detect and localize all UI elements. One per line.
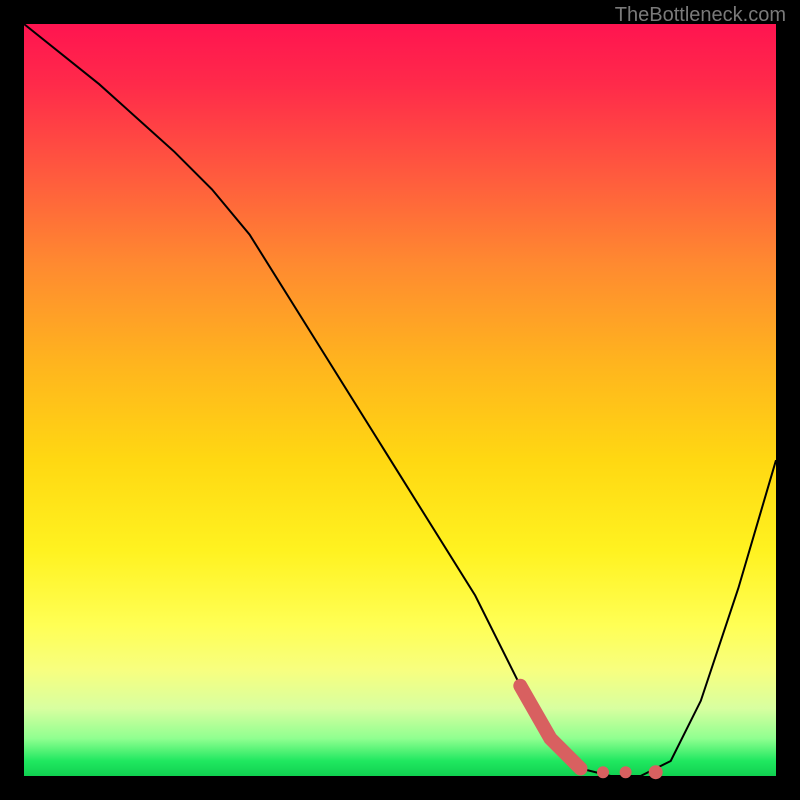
highlight-dot-1 [597,766,609,778]
chart-svg [24,24,776,776]
highlight-dot-2 [620,766,632,778]
bottleneck-curve-line [24,24,776,776]
watermark-text: TheBottleneck.com [615,4,786,27]
highlight-dot-3 [649,765,663,779]
highlight-segment [520,686,580,769]
chart-plot-area [24,24,776,776]
